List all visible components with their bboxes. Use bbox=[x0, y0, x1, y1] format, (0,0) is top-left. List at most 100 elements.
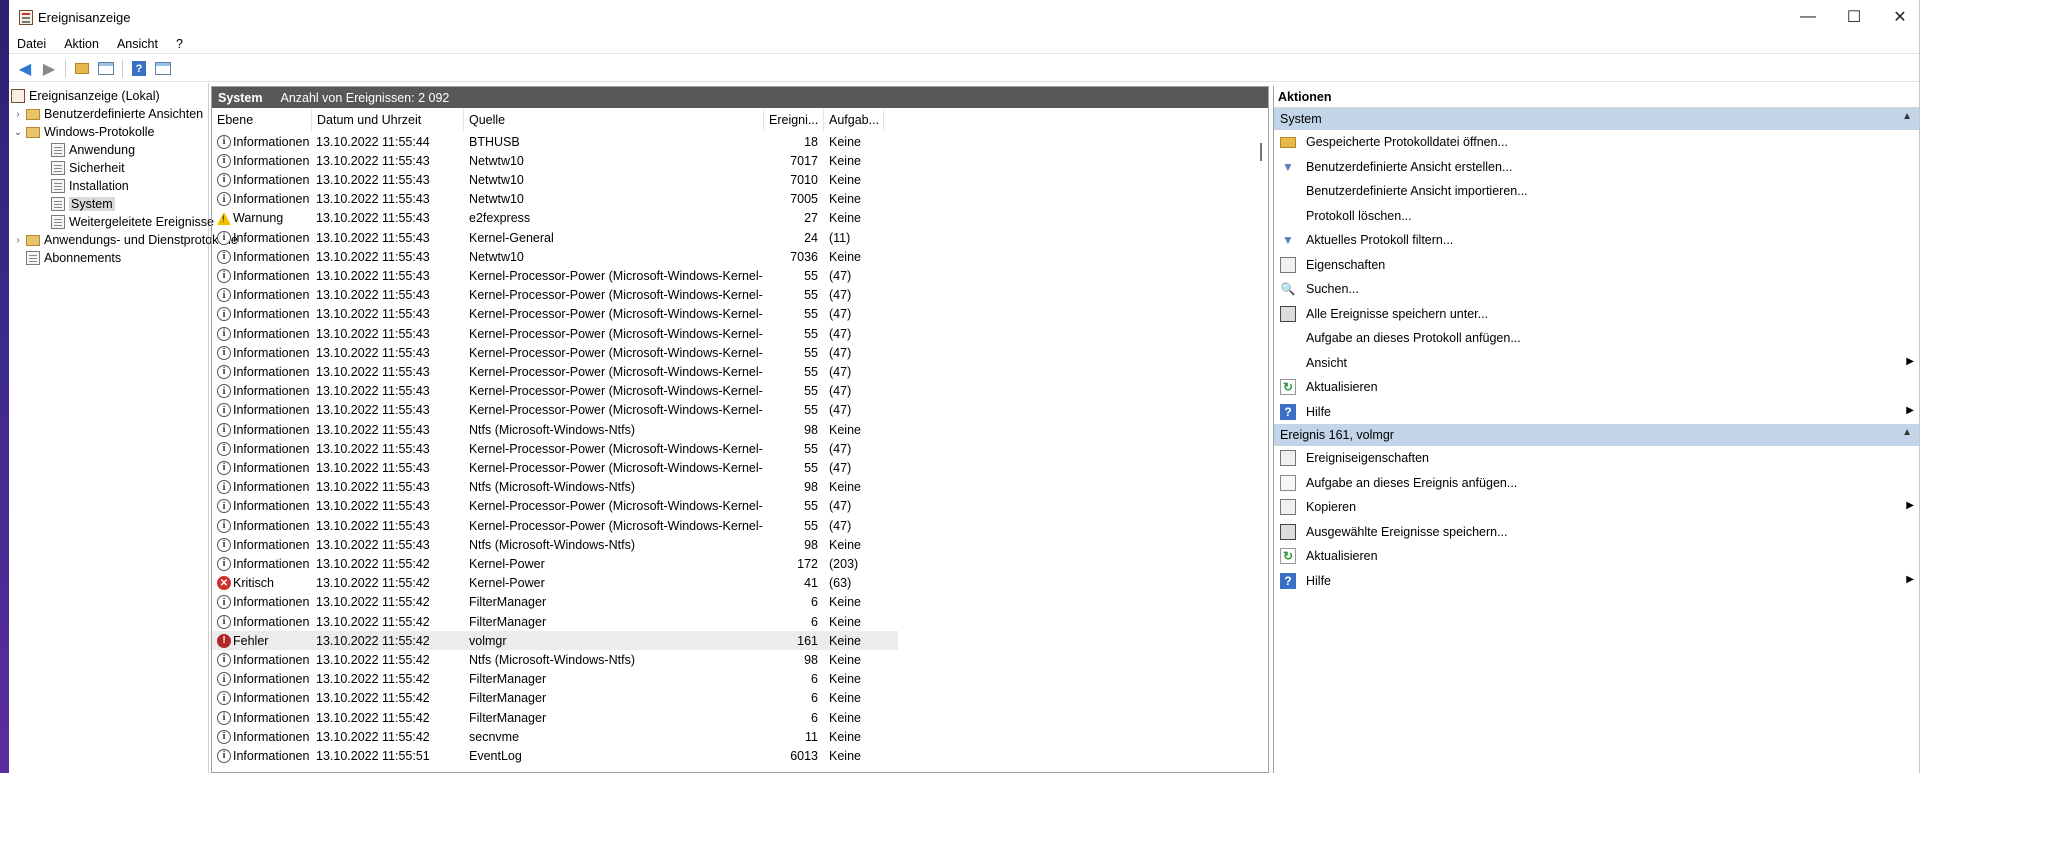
minimize-button[interactable]: — bbox=[1785, 0, 1831, 34]
event-row[interactable]: i Informationen 13.10.2022 11:55:43 Kernel-… bbox=[212, 362, 898, 381]
event-row[interactable]: i Informationen 13.10.2022 11:55:43 Kernel-… bbox=[212, 497, 898, 516]
event-row[interactable]: i Informationen 13.10.2022 11:55:43 Netwtw1… bbox=[212, 151, 898, 170]
action-item[interactable]: ▼ Benutzerdefinierte Ansicht erstellen... bbox=[1274, 155, 1919, 180]
cell-date: 13.10.2022 11:55:43 bbox=[316, 211, 430, 226]
event-row[interactable]: i Informationen 13.10.2022 11:55:42 FilterM… bbox=[212, 593, 898, 612]
show-hide-action-pane-button[interactable] bbox=[152, 59, 174, 79]
event-row[interactable]: i Informationen 13.10.2022 11:55:42 FilterM… bbox=[212, 612, 898, 631]
event-row[interactable]: i Informationen 13.10.2022 11:55:43 Ntfs (M… bbox=[212, 535, 898, 554]
event-row[interactable]: i Informationen 13.10.2022 11:55:43 Kernel-… bbox=[212, 382, 898, 401]
event-row[interactable]: i Informationen 13.10.2022 11:55:43 Kernel-… bbox=[212, 516, 898, 535]
event-row[interactable]: i Informationen 13.10.2022 11:55:43 Netwtw1… bbox=[212, 190, 898, 209]
column-header-source[interactable]: Quelle bbox=[464, 109, 764, 131]
action-item[interactable]: Ansicht ▶ bbox=[1274, 351, 1919, 376]
actions-section-header[interactable]: Ereignis 161, volmgr ▲ bbox=[1274, 424, 1919, 446]
tree-item-application[interactable]: Anwendung bbox=[51, 141, 135, 159]
close-button[interactable]: ✕ bbox=[1877, 0, 1919, 34]
event-row[interactable]: i Informationen 13.10.2022 11:55:43 Kernel-… bbox=[212, 228, 898, 247]
tree-item-root[interactable]: Ereignisanzeige (Lokal) bbox=[11, 87, 160, 105]
back-arrow-icon[interactable]: ◀ bbox=[14, 59, 36, 79]
event-row[interactable]: i Informationen 13.10.2022 11:55:42 FilterM… bbox=[212, 708, 898, 727]
event-row[interactable]: i Informationen 13.10.2022 11:55:43 Kernel-… bbox=[212, 343, 898, 362]
submenu-arrow-icon: ▶ bbox=[1906, 355, 1914, 367]
action-item[interactable]: Benutzerdefinierte Ansicht importieren..… bbox=[1274, 179, 1919, 204]
action-item[interactable]: ? Hilfe ▶ bbox=[1274, 400, 1919, 425]
tree-item-security[interactable]: Sicherheit bbox=[51, 159, 125, 177]
up-folder-button[interactable] bbox=[71, 59, 93, 79]
tree-item-custom-views[interactable]: › Benutzerdefinierte Ansichten bbox=[13, 105, 203, 123]
event-row[interactable]: ✕ Kritisch 13.10.2022 11:55:42 Kernel-Power… bbox=[212, 574, 898, 593]
chevron-right-icon[interactable]: › bbox=[13, 235, 23, 246]
action-item[interactable]: Eigenschaften bbox=[1274, 253, 1919, 278]
action-item[interactable]: Aufgabe an dieses Protokoll anfügen... bbox=[1274, 326, 1919, 351]
column-header-task-category[interactable]: Aufgab... bbox=[824, 109, 884, 131]
column-header-level[interactable]: Ebene bbox=[212, 109, 312, 131]
event-row[interactable]: i Informationen 13.10.2022 11:55:43 Kernel-… bbox=[212, 458, 898, 477]
action-item[interactable]: Aufgabe an dieses Ereignis anfügen... bbox=[1274, 471, 1919, 496]
chevron-right-icon[interactable]: › bbox=[13, 109, 23, 120]
cell-level: i Informationen bbox=[217, 362, 312, 381]
event-row[interactable]: i Informationen 13.10.2022 11:55:42 FilterM… bbox=[212, 670, 898, 689]
show-hide-tree-button[interactable] bbox=[95, 59, 117, 79]
action-item[interactable]: 🔍 Suchen... bbox=[1274, 277, 1919, 302]
menu-ansicht[interactable]: Ansicht bbox=[108, 37, 167, 51]
event-row[interactable]: i Informationen 13.10.2022 11:55:43 Netwtw1… bbox=[212, 247, 898, 266]
cell-event-id: 55 bbox=[804, 518, 818, 533]
tree-item-app-service-logs[interactable]: › Anwendungs- und Dienstprotokolle bbox=[13, 231, 238, 249]
event-row[interactable]: i Informationen 13.10.2022 11:55:43 Netwtw1… bbox=[212, 170, 898, 189]
chevron-down-icon[interactable]: ⌄ bbox=[13, 127, 23, 138]
event-row[interactable]: ! Fehler 13.10.2022 11:55:42 volmgr 161 Keine bbox=[212, 631, 898, 651]
event-row[interactable]: i Informationen 13.10.2022 11:55:42 Kernel-… bbox=[212, 554, 898, 573]
action-item[interactable]: Gespeicherte Protokolldatei öffnen... bbox=[1274, 130, 1919, 155]
actions-section-header[interactable]: System ▲ bbox=[1274, 108, 1919, 130]
action-item[interactable]: Ausgewählte Ereignisse speichern... bbox=[1274, 520, 1919, 545]
help-button[interactable]: ? bbox=[128, 59, 150, 79]
menu-datei[interactable]: Datei bbox=[9, 37, 55, 51]
cell-event-id: 7005 bbox=[790, 192, 818, 207]
event-row[interactable]: i Informationen 13.10.2022 11:55:42 FilterM… bbox=[212, 689, 898, 708]
action-item[interactable]: ? Hilfe ▶ bbox=[1274, 569, 1919, 594]
action-item[interactable]: ↻ Aktualisieren bbox=[1274, 375, 1919, 400]
tree-item-forwarded-events[interactable]: Weitergeleitete Ereignisse bbox=[51, 213, 214, 231]
event-row[interactable]: i Informationen 13.10.2022 11:55:43 Ntfs (M… bbox=[212, 420, 898, 439]
maximize-button[interactable]: ☐ bbox=[1831, 0, 1877, 34]
event-row[interactable]: i Informationen 13.10.2022 11:55:43 Kernel-… bbox=[212, 439, 898, 458]
event-row[interactable]: i Informationen 13.10.2022 11:55:44 BTHUSB 1… bbox=[212, 132, 898, 151]
collapse-icon[interactable]: ▲ bbox=[1902, 427, 1912, 438]
event-row[interactable]: i Informationen 13.10.2022 11:55:51 EventLo… bbox=[212, 746, 898, 765]
scrollbar-thumb[interactable] bbox=[1260, 143, 1262, 161]
cell-source: Netwtw10 bbox=[469, 249, 524, 264]
event-row[interactable]: i Informationen 13.10.2022 11:55:43 Kernel-… bbox=[212, 266, 898, 285]
level-text: Informationen bbox=[233, 460, 310, 475]
event-row[interactable]: i Informationen 13.10.2022 11:55:43 Kernel-… bbox=[212, 286, 898, 305]
column-header-event-id[interactable]: Ereigni... bbox=[764, 109, 824, 131]
action-item[interactable]: Kopieren ▶ bbox=[1274, 495, 1919, 520]
action-item[interactable]: ↻ Aktualisieren bbox=[1274, 544, 1919, 569]
collapse-icon[interactable]: ▲ bbox=[1902, 111, 1912, 122]
action-item[interactable]: ▼ Aktuelles Protokoll filtern... bbox=[1274, 228, 1919, 253]
menu-help[interactable]: ? bbox=[167, 37, 192, 51]
cell-date: 13.10.2022 11:55:42 bbox=[316, 595, 430, 610]
tree-item-system[interactable]: System bbox=[51, 195, 115, 213]
cell-date: 13.10.2022 11:55:43 bbox=[316, 288, 430, 303]
tree-item-label: System bbox=[69, 197, 115, 211]
column-header-date[interactable]: Datum und Uhrzeit bbox=[312, 109, 464, 131]
action-item[interactable]: Protokoll löschen... bbox=[1274, 204, 1919, 229]
menu-aktion[interactable]: Aktion bbox=[55, 37, 108, 51]
event-row[interactable]: i Informationen 13.10.2022 11:55:43 Ntfs (M… bbox=[212, 478, 898, 497]
cell-level: i Informationen bbox=[217, 266, 312, 285]
action-item[interactable]: Alle Ereignisse speichern unter... bbox=[1274, 302, 1919, 327]
tree-item-setup[interactable]: Installation bbox=[51, 177, 129, 195]
event-row[interactable]: i Informationen 13.10.2022 11:55:43 Kernel-… bbox=[212, 324, 898, 343]
event-row[interactable]: Warnung 13.10.2022 11:55:43 e2fexpress 27 Ke… bbox=[212, 209, 898, 228]
tree-item-windows-logs[interactable]: ⌄ Windows-Protokolle bbox=[13, 123, 155, 141]
cell-task-category: Keine bbox=[829, 672, 861, 687]
vertical-scrollbar[interactable] bbox=[1253, 109, 1268, 772]
event-row[interactable]: i Informationen 13.10.2022 11:55:42 Ntfs (M… bbox=[212, 650, 898, 669]
forward-arrow-icon[interactable]: ▶ bbox=[38, 59, 60, 79]
tree-item-subscriptions[interactable]: Abonnements bbox=[26, 249, 121, 267]
event-row[interactable]: i Informationen 13.10.2022 11:55:43 Kernel-… bbox=[212, 305, 898, 324]
action-item[interactable]: Ereigniseigenschaften bbox=[1274, 446, 1919, 471]
event-row[interactable]: i Informationen 13.10.2022 11:55:42 secnvme… bbox=[212, 727, 898, 746]
event-row[interactable]: i Informationen 13.10.2022 11:55:43 Kernel-… bbox=[212, 401, 898, 420]
